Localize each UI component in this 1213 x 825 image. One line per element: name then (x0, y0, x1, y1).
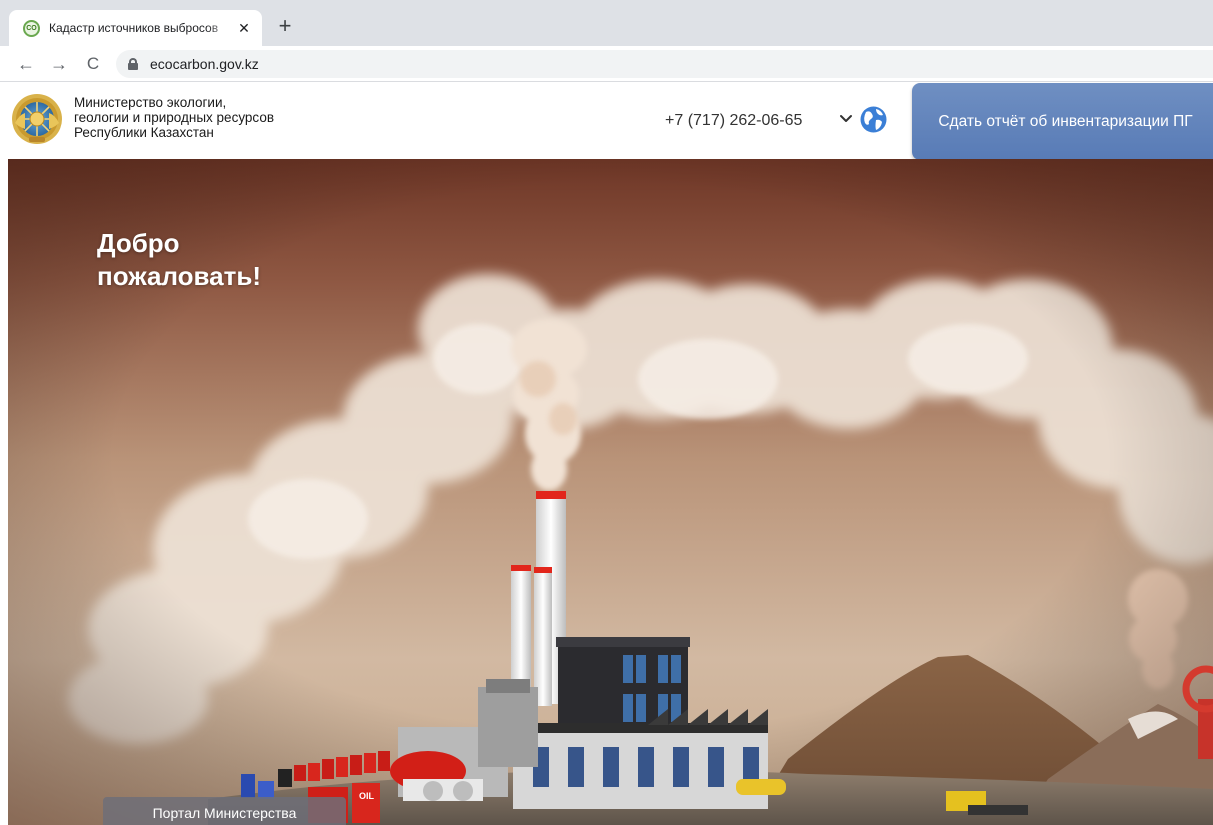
browser-tab-active[interactable]: CO Кадастр источников выбросов ✕ (9, 10, 262, 46)
welcome-heading: Добро пожаловать! (97, 228, 261, 291)
state-emblem-icon[interactable] (11, 93, 63, 145)
address-bar[interactable]: ecocarbon.gov.kz (116, 50, 1213, 78)
forward-button[interactable]: → (46, 51, 72, 77)
oil-barrel-label: OIL (359, 791, 375, 801)
ministry-name: Министерство экологии, геологии и природ… (74, 95, 275, 140)
browser-toolbar: ← → C ecocarbon.gov.kz (0, 46, 1213, 82)
browser-chrome: CO Кадастр источников выбросов ✕ + ← → C… (0, 0, 1213, 83)
submit-ghg-report-button[interactable]: Сдать отчёт об инвентаризации ПГ (912, 83, 1213, 160)
hero-banner: OIL Добро пожаловать! Портал Министерств… (8, 159, 1213, 825)
back-button[interactable]: ← (13, 51, 39, 77)
chevron-down-icon[interactable] (838, 109, 854, 127)
globe-icon[interactable] (860, 106, 887, 133)
url-text[interactable]: ecocarbon.gov.kz (150, 56, 259, 72)
eco-leaf-icon: CO (23, 19, 40, 37)
ministry-portal-button[interactable]: Портал Министерства (103, 797, 346, 825)
reload-button[interactable]: C (80, 51, 106, 77)
site-header: Министерство экологии, геологии и природ… (0, 83, 1213, 160)
contact-phone[interactable]: +7 (717) 262-06-65 (665, 112, 802, 130)
tab-title: Кадастр источников выбросов (49, 21, 219, 35)
new-tab-button[interactable]: + (273, 15, 297, 39)
lock-icon[interactable] (128, 58, 138, 70)
tab-strip: CO Кадастр источников выбросов ✕ + (0, 0, 1213, 46)
close-icon[interactable]: ✕ (236, 20, 252, 37)
